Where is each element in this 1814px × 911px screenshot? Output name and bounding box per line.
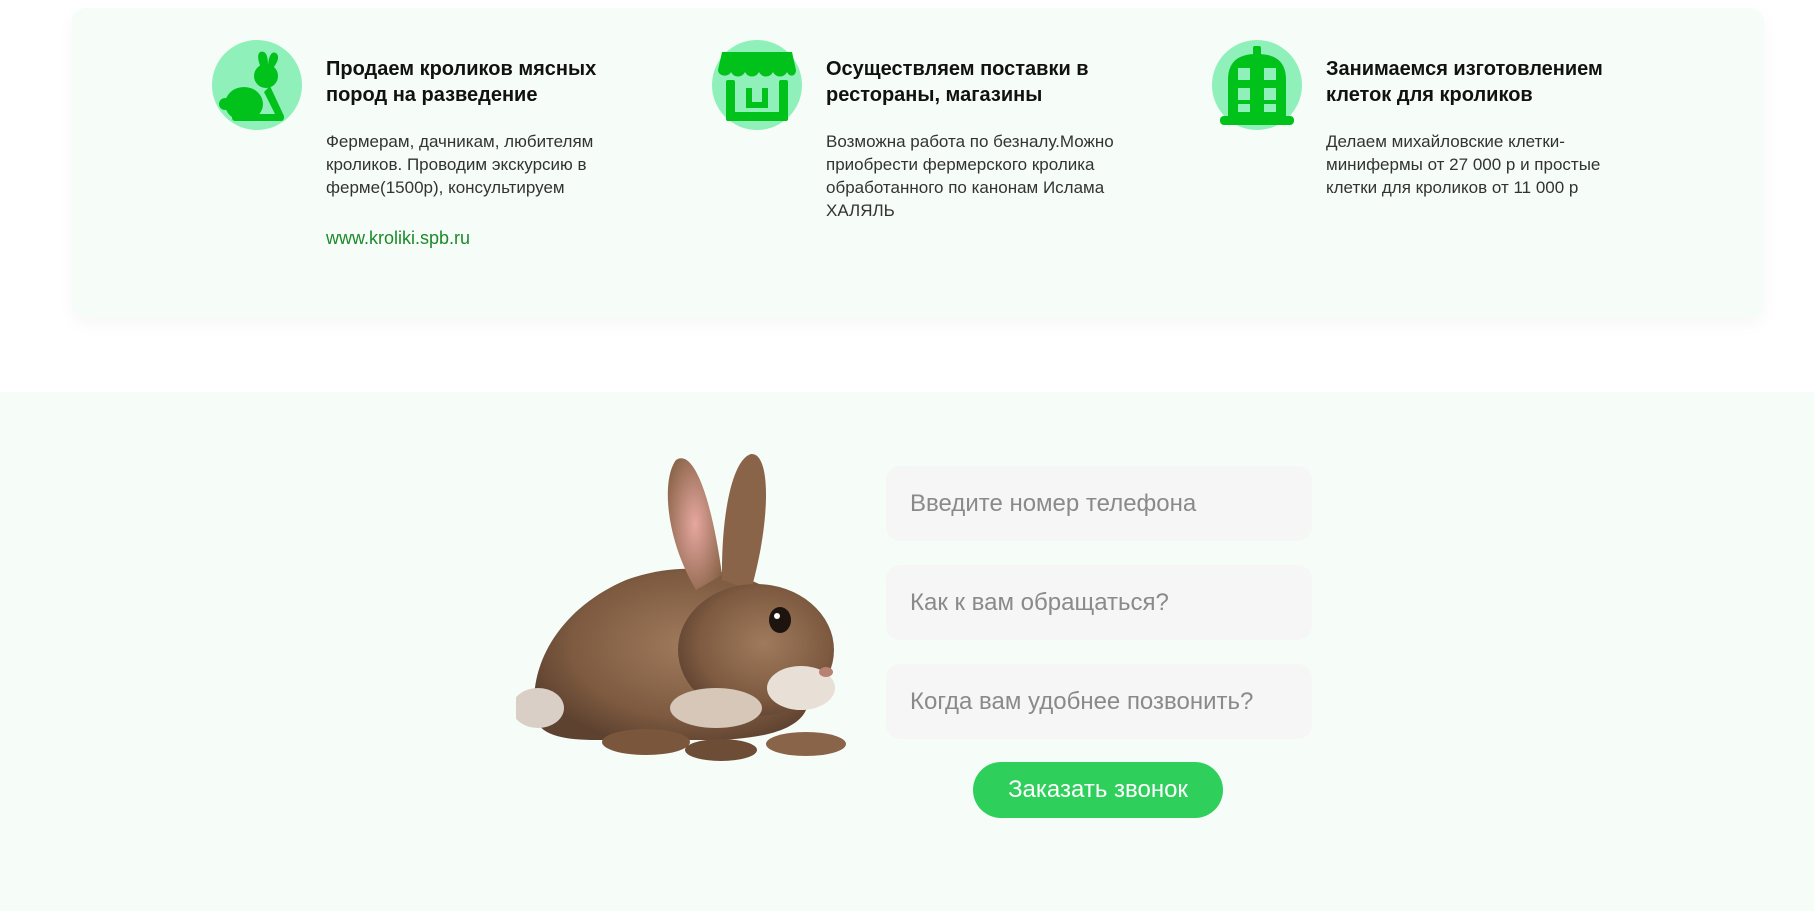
feature-text: Возможна работа по безналу.Можно приобре…	[826, 132, 1114, 220]
rabbit-cage-icon	[1210, 38, 1304, 132]
feature-text: Фермерам, дачникам, любителям кроликов. …	[326, 132, 594, 197]
rabbit-icon	[210, 38, 304, 132]
callback-section: Заказать звонок	[0, 392, 1814, 911]
name-input[interactable]	[886, 565, 1312, 640]
phone-input[interactable]	[886, 466, 1312, 541]
feature-cages: Занимаемся изготовлением клеток для крол…	[1210, 28, 1650, 288]
rabbit-photo	[516, 440, 906, 770]
feature-supply: Осуществляем поставки в рестораны, магаз…	[710, 28, 1150, 288]
features-panel: Продаем кроликов мясных пород на разведе…	[72, 8, 1764, 318]
call-time-input[interactable]	[886, 664, 1312, 739]
feature-title: Осуществляем поставки в рестораны, магаз…	[826, 58, 1089, 106]
feature-title: Занимаемся изготовлением клеток для крол…	[1326, 58, 1603, 106]
storefront-icon	[710, 38, 804, 132]
feature-breeding: Продаем кроликов мясных пород на разведе…	[210, 28, 650, 288]
feature-text: Делаем михайловские клетки-минифермы от …	[1326, 132, 1601, 197]
order-call-button[interactable]: Заказать звонок	[973, 762, 1223, 818]
feature-title: Продаем кроликов мясных пород на разведе…	[326, 58, 597, 106]
website-link[interactable]: www.kroliki.spb.ru	[326, 228, 470, 249]
